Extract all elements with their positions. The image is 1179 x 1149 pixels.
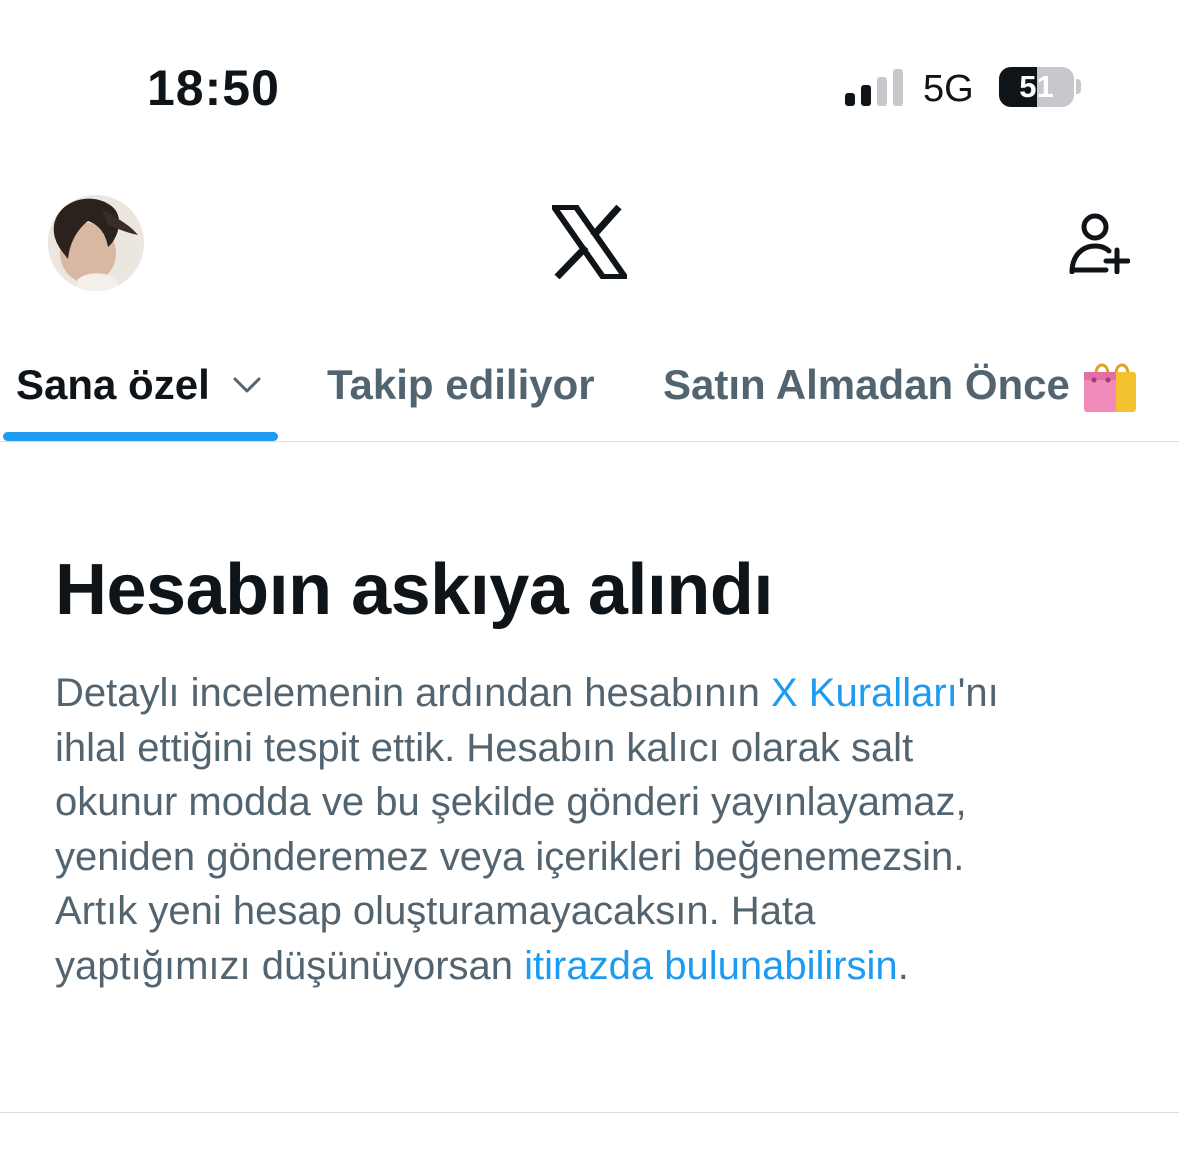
shopping-bags-emoji: [1083, 363, 1136, 412]
appeal-link[interactable]: itirazda bulunabilirsin: [524, 944, 898, 988]
message-line-3: okunur modda ve bu şekilde gönderi yayın…: [55, 780, 967, 824]
chevron-down-icon[interactable]: [232, 376, 262, 394]
suspension-title: Hesabın askıya alındı: [55, 550, 773, 630]
x-rules-link[interactable]: X Kuralları: [771, 671, 958, 715]
network-type: 5G: [923, 68, 974, 110]
cellular-signal-icon: [845, 69, 905, 106]
tab-label: Takip ediliyor: [327, 361, 595, 408]
message-line-5: Artık yeni hesap oluşturamayacaksın. Hat…: [55, 889, 816, 933]
suspension-message: Detaylı incelemenin ardından hesabının X…: [55, 666, 1135, 993]
signal-bar-2: [861, 85, 871, 106]
profile-avatar[interactable]: [48, 195, 144, 291]
message-line-6: yaptığımızı düşünüyorsan itirazda buluna…: [55, 939, 1135, 994]
bottom-divider: [0, 1112, 1179, 1113]
x-logo-icon: [552, 205, 627, 279]
tab-sana-ozel[interactable]: Sana özel: [16, 330, 262, 440]
battery-percent: 51: [1019, 69, 1054, 104]
x-app-screen: 18:50 5G 51 Sana özel Takip ediliyor Sat…: [0, 0, 1179, 1149]
tab-label: Sana özel: [16, 361, 210, 408]
follow-person-add-icon[interactable]: [1068, 212, 1130, 274]
active-tab-indicator: [3, 432, 278, 441]
signal-bar-3: [877, 77, 887, 106]
battery-icon: 51: [999, 67, 1074, 107]
timeline-tabs: Sana özel Takip ediliyor Satın Almadan Ö…: [0, 330, 1179, 442]
message-text: 'nı: [957, 671, 999, 715]
message-text: .: [897, 943, 909, 988]
tab-satin-almadan-once[interactable]: Satın Almadan Önce: [663, 330, 1138, 440]
message-line-4: yeniden gönderemez veya içerikleri beğen…: [55, 834, 965, 879]
message-line-2: ihlal ettiğini tespit ettik. Hesabın kal…: [55, 725, 914, 770]
tabs-divider: [0, 441, 1179, 442]
tab-label: Satın Almadan Önce: [663, 361, 1070, 408]
signal-bar-4: [893, 69, 903, 106]
battery-tip: [1076, 79, 1081, 94]
tab-takip-ediliyor[interactable]: Takip ediliyor: [327, 330, 595, 440]
message-text: yaptığımızı düşünüyorsan: [55, 943, 525, 988]
message-line-1: Detaylı incelemenin ardından hesabının X…: [55, 666, 1135, 721]
avatar-image: [48, 195, 144, 291]
message-text: Detaylı incelemenin ardından hesabının: [55, 671, 772, 715]
signal-bar-1: [845, 93, 855, 106]
status-time: 18:50: [147, 60, 280, 116]
